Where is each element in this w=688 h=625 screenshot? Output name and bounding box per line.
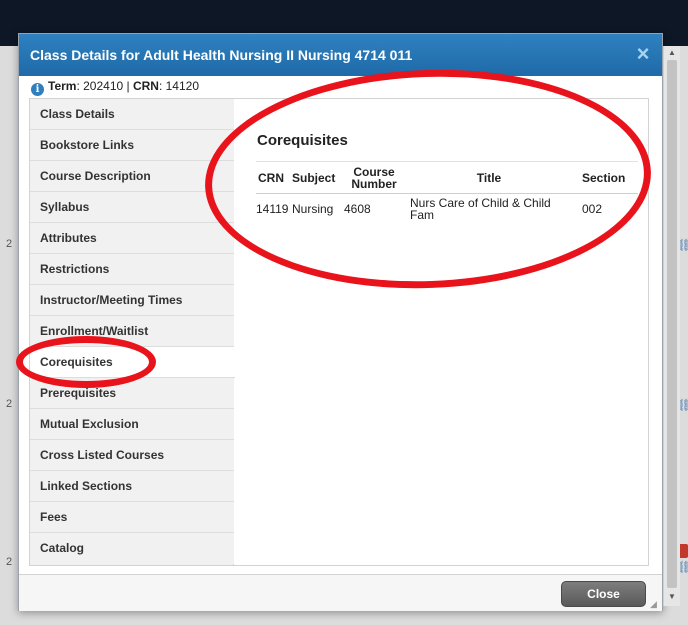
column-header-title: Title — [404, 161, 574, 194]
scroll-up-icon[interactable]: ▲ — [667, 48, 677, 58]
background-fragment: 2 — [6, 556, 13, 568]
nav-item-instructor-meeting-times[interactable]: Instructor/Meeting Times — [30, 285, 234, 316]
scroll-down-icon[interactable]: ▼ — [667, 592, 677, 602]
nav-item-corequisites[interactable]: Corequisites — [30, 347, 235, 378]
nav-item-enrollment-waitlist[interactable]: Enrollment/Waitlist — [30, 316, 234, 347]
term-crn-row: i Term: 202410 | CRN: 14120 — [31, 79, 199, 96]
class-details-dialog: Class Details for Adult Health Nursing I… — [18, 33, 663, 611]
nav-item-class-details[interactable]: Class Details — [30, 99, 234, 130]
nav-item-linked-sections[interactable]: Linked Sections — [30, 471, 234, 502]
nav-item-restrictions[interactable]: Restrictions — [30, 254, 234, 285]
details-panel: Class Details Bookstore Links Course Des… — [29, 98, 649, 566]
cell-course-number: 4608 — [344, 201, 371, 216]
corequisites-table: CRN Subject Course Number Title Section 1… — [256, 161, 638, 224]
cell-title: Nurs Care of Child & Child Fam — [404, 194, 574, 224]
nav-item-fees[interactable]: Fees — [30, 502, 234, 533]
info-icon: i — [31, 83, 44, 96]
cell-subject: Nursing — [292, 201, 334, 216]
cell-section: 002 — [582, 201, 603, 216]
scrollbar-thumb[interactable] — [667, 60, 677, 588]
nav-item-course-description[interactable]: Course Description — [30, 161, 234, 192]
cell-crn: 14119 — [256, 201, 289, 216]
corequisites-content: Corequisites CRN Subject Course Number Ti… — [245, 99, 649, 565]
table-header-row: CRN Subject Course Number Title Section — [256, 161, 638, 194]
details-nav: Class Details Bookstore Links Course Des… — [30, 99, 235, 565]
crn-value: : 14120 — [158, 79, 199, 93]
content-title: Corequisites — [257, 132, 348, 149]
term-label: Term — [48, 79, 77, 93]
dialog-titlebar[interactable]: Class Details for Adult Health Nursing I… — [19, 34, 662, 76]
column-header-crn: CRN — [256, 161, 292, 194]
close-button[interactable]: Close — [561, 581, 646, 607]
table-row: 14119 Nursing 4608 Nurs Care of Child & … — [256, 194, 638, 224]
column-header-section: Section — [574, 161, 638, 194]
page-scrollbar[interactable]: ▲ ▼ — [663, 46, 680, 606]
column-header-subject: Subject — [292, 161, 344, 194]
resize-grip-icon[interactable]: ◢ — [650, 599, 660, 609]
nav-item-catalog[interactable]: Catalog — [30, 533, 234, 564]
cell-title-line2: Fam — [410, 207, 434, 222]
nav-item-mutual-exclusion[interactable]: Mutual Exclusion — [30, 409, 234, 440]
course-number-header-line2: Number — [351, 176, 397, 191]
nav-item-bookstore-links[interactable]: Bookstore Links — [30, 130, 234, 161]
dialog-title: Class Details for Adult Health Nursing I… — [30, 47, 413, 63]
column-header-course-number: Course Number — [344, 161, 404, 194]
dialog-footer: Close ◢ — [19, 574, 662, 611]
nav-item-cross-listed-courses[interactable]: Cross Listed Courses — [30, 440, 234, 471]
term-value: : 202410 | — [76, 79, 133, 93]
nav-item-syllabus[interactable]: Syllabus — [30, 192, 234, 223]
nav-item-attributes[interactable]: Attributes — [30, 223, 234, 254]
background-fragment: 2 — [6, 398, 13, 410]
nav-item-prerequisites[interactable]: Prerequisites — [30, 378, 234, 409]
background-fragment: 2 — [6, 238, 13, 250]
close-icon[interactable]: × — [632, 43, 654, 65]
crn-label: CRN — [132, 79, 159, 93]
